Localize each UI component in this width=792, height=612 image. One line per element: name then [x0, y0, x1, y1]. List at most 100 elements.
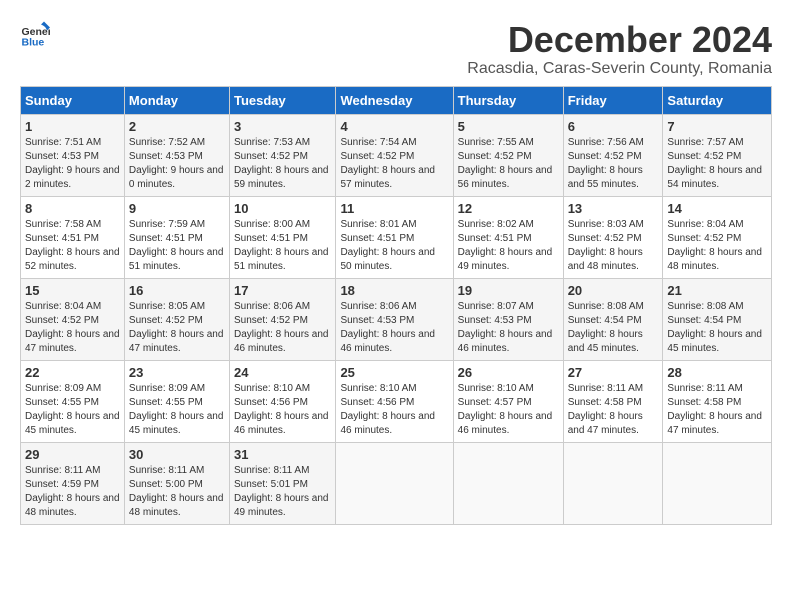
- day-number: 16: [129, 283, 225, 298]
- day-number: 14: [667, 201, 767, 216]
- day-number: 4: [340, 119, 448, 134]
- calendar-cell: 15Sunrise: 8:04 AMSunset: 4:52 PMDayligh…: [21, 278, 125, 360]
- calendar-cell: 7 Sunrise: 7:57 AMSunset: 4:52 PMDaylight…: [663, 114, 772, 196]
- day-info: Sunrise: 8:01 AMSunset: 4:51 PMDaylight:…: [340, 219, 435, 272]
- day-number: 10: [234, 201, 331, 216]
- calendar-cell: 23Sunrise: 8:09 AMSunset: 4:55 PMDayligh…: [124, 360, 229, 442]
- calendar-cell: [453, 442, 563, 524]
- day-number: 24: [234, 365, 331, 380]
- col-friday: Friday: [563, 86, 663, 114]
- calendar-cell: 1 Sunrise: 7:51 AMSunset: 4:53 PMDaylight…: [21, 114, 125, 196]
- day-number: 3: [234, 119, 331, 134]
- day-info: Sunrise: 8:08 AMSunset: 4:54 PMDaylight:…: [667, 301, 762, 354]
- day-info: Sunrise: 7:56 AMSunset: 4:52 PMDaylight:…: [568, 137, 644, 190]
- calendar-cell: 27 Sunrise: 8:11 AMSunset: 4:58 PMDayligh…: [563, 360, 663, 442]
- day-info: Sunrise: 8:10 AMSunset: 4:57 PMDaylight:…: [458, 383, 553, 436]
- col-sunday: Sunday: [21, 86, 125, 114]
- day-number: 22: [25, 365, 120, 380]
- day-info: Sunrise: 8:05 AMSunset: 4:52 PMDaylight:…: [129, 301, 224, 354]
- col-saturday: Saturday: [663, 86, 772, 114]
- calendar-cell: 22 Sunrise: 8:09 AMSunset: 4:55 PMDayligh…: [21, 360, 125, 442]
- calendar-cell: 17 Sunrise: 8:06 AMSunset: 4:52 PMDayligh…: [229, 278, 335, 360]
- calendar-cell: 9 Sunrise: 7:59 AMSunset: 4:51 PMDaylight…: [124, 196, 229, 278]
- calendar-cell: 6 Sunrise: 7:56 AMSunset: 4:52 PMDaylight…: [563, 114, 663, 196]
- day-number: 29: [25, 447, 120, 462]
- calendar-cell: 26 Sunrise: 8:10 AMSunset: 4:57 PMDayligh…: [453, 360, 563, 442]
- day-info: Sunrise: 7:54 AMSunset: 4:52 PMDaylight:…: [340, 137, 435, 190]
- day-number: 26: [458, 365, 559, 380]
- calendar-row: 15Sunrise: 8:04 AMSunset: 4:52 PMDayligh…: [21, 278, 772, 360]
- calendar-title: December 2024: [467, 20, 772, 60]
- day-info: Sunrise: 8:10 AMSunset: 4:56 PMDaylight:…: [340, 383, 435, 436]
- day-info: Sunrise: 8:04 AMSunset: 4:52 PMDaylight:…: [667, 219, 762, 272]
- calendar-row: 8 Sunrise: 7:58 AMSunset: 4:51 PMDaylight…: [21, 196, 772, 278]
- day-number: 23: [129, 365, 225, 380]
- calendar-cell: 14 Sunrise: 8:04 AMSunset: 4:52 PMDayligh…: [663, 196, 772, 278]
- calendar-cell: [563, 442, 663, 524]
- day-info: Sunrise: 7:52 AMSunset: 4:53 PMDaylight:…: [129, 137, 224, 190]
- day-info: Sunrise: 8:06 AMSunset: 4:52 PMDaylight:…: [234, 301, 329, 354]
- day-number: 30: [129, 447, 225, 462]
- day-number: 1: [25, 119, 120, 134]
- day-info: Sunrise: 7:57 AMSunset: 4:52 PMDaylight:…: [667, 137, 762, 190]
- calendar-cell: 13 Sunrise: 8:03 AMSunset: 4:52 PMDayligh…: [563, 196, 663, 278]
- day-number: 21: [667, 283, 767, 298]
- day-number: 11: [340, 201, 448, 216]
- day-info: Sunrise: 8:03 AMSunset: 4:52 PMDaylight:…: [568, 219, 644, 272]
- day-info: Sunrise: 8:11 AMSunset: 4:58 PMDaylight:…: [667, 383, 762, 436]
- day-info: Sunrise: 7:51 AMSunset: 4:53 PMDaylight:…: [25, 137, 120, 190]
- col-monday: Monday: [124, 86, 229, 114]
- calendar-row: 22 Sunrise: 8:09 AMSunset: 4:55 PMDayligh…: [21, 360, 772, 442]
- calendar-row: 1 Sunrise: 7:51 AMSunset: 4:53 PMDaylight…: [21, 114, 772, 196]
- day-number: 5: [458, 119, 559, 134]
- day-number: 13: [568, 201, 659, 216]
- calendar-row: 29 Sunrise: 8:11 AMSunset: 4:59 PMDayligh…: [21, 442, 772, 524]
- calendar-cell: [336, 442, 453, 524]
- calendar-cell: 18Sunrise: 8:06 AMSunset: 4:53 PMDayligh…: [336, 278, 453, 360]
- header-row: Sunday Monday Tuesday Wednesday Thursday…: [21, 86, 772, 114]
- day-number: 20: [568, 283, 659, 298]
- calendar-cell: 29 Sunrise: 8:11 AMSunset: 4:59 PMDayligh…: [21, 442, 125, 524]
- calendar-subtitle: Racasdia, Caras-Severin County, Romania: [467, 60, 772, 78]
- day-info: Sunrise: 8:02 AMSunset: 4:51 PMDaylight:…: [458, 219, 553, 272]
- calendar-cell: 19Sunrise: 8:07 AMSunset: 4:53 PMDayligh…: [453, 278, 563, 360]
- page-header: General Blue December 2024 Racasdia, Car…: [20, 20, 772, 78]
- calendar-cell: 21 Sunrise: 8:08 AMSunset: 4:54 PMDayligh…: [663, 278, 772, 360]
- day-info: Sunrise: 8:11 AMSunset: 4:58 PMDaylight:…: [568, 383, 643, 436]
- day-info: Sunrise: 8:07 AMSunset: 4:53 PMDaylight:…: [458, 301, 553, 354]
- day-number: 31: [234, 447, 331, 462]
- day-number: 25: [340, 365, 448, 380]
- col-tuesday: Tuesday: [229, 86, 335, 114]
- col-wednesday: Wednesday: [336, 86, 453, 114]
- day-info: Sunrise: 8:10 AMSunset: 4:56 PMDaylight:…: [234, 383, 329, 436]
- calendar-cell: 8 Sunrise: 7:58 AMSunset: 4:51 PMDaylight…: [21, 196, 125, 278]
- day-info: Sunrise: 8:11 AMSunset: 4:59 PMDaylight:…: [25, 465, 120, 518]
- day-number: 17: [234, 283, 331, 298]
- day-number: 2: [129, 119, 225, 134]
- calendar-cell: 16 Sunrise: 8:05 AMSunset: 4:52 PMDayligh…: [124, 278, 229, 360]
- day-number: 12: [458, 201, 559, 216]
- calendar-cell: 20 Sunrise: 8:08 AMSunset: 4:54 PMDayligh…: [563, 278, 663, 360]
- day-info: Sunrise: 8:00 AMSunset: 4:51 PMDaylight:…: [234, 219, 329, 272]
- day-number: 28: [667, 365, 767, 380]
- calendar-cell: 11 Sunrise: 8:01 AMSunset: 4:51 PMDayligh…: [336, 196, 453, 278]
- day-info: Sunrise: 8:06 AMSunset: 4:53 PMDaylight:…: [340, 301, 435, 354]
- day-number: 27: [568, 365, 659, 380]
- day-number: 7: [667, 119, 767, 134]
- calendar-cell: 5Sunrise: 7:55 AMSunset: 4:52 PMDaylight…: [453, 114, 563, 196]
- day-info: Sunrise: 8:08 AMSunset: 4:54 PMDaylight:…: [568, 301, 644, 354]
- logo: General Blue: [20, 20, 50, 50]
- title-block: December 2024 Racasdia, Caras-Severin Co…: [467, 20, 772, 78]
- calendar-cell: [663, 442, 772, 524]
- day-info: Sunrise: 7:59 AMSunset: 4:51 PMDaylight:…: [129, 219, 224, 272]
- day-number: 9: [129, 201, 225, 216]
- day-number: 6: [568, 119, 659, 134]
- calendar-cell: 12 Sunrise: 8:02 AMSunset: 4:51 PMDayligh…: [453, 196, 563, 278]
- calendar-table: Sunday Monday Tuesday Wednesday Thursday…: [20, 86, 772, 525]
- col-thursday: Thursday: [453, 86, 563, 114]
- calendar-cell: 28 Sunrise: 8:11 AMSunset: 4:58 PMDayligh…: [663, 360, 772, 442]
- calendar-cell: 31Sunrise: 8:11 AMSunset: 5:01 PMDayligh…: [229, 442, 335, 524]
- day-info: Sunrise: 7:58 AMSunset: 4:51 PMDaylight:…: [25, 219, 120, 272]
- day-number: 8: [25, 201, 120, 216]
- day-info: Sunrise: 8:09 AMSunset: 4:55 PMDaylight:…: [25, 383, 120, 436]
